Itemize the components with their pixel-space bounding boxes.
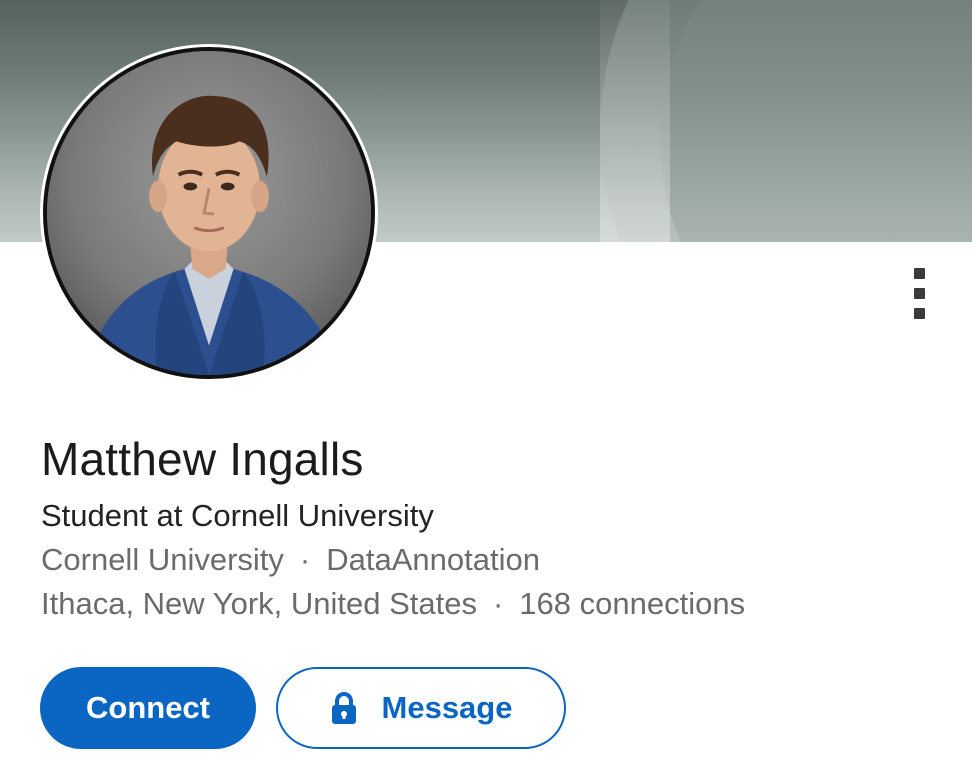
profile-avatar[interactable] — [40, 44, 378, 382]
message-button[interactable]: Message — [276, 667, 566, 749]
profile-affiliations: Cornell University · DataAnnotation — [41, 542, 540, 578]
profile-location: Ithaca, New York, United States — [41, 586, 477, 621]
lock-icon — [330, 691, 358, 725]
profile-photo — [43, 47, 375, 379]
message-button-label: Message — [381, 690, 513, 725]
separator: · — [492, 586, 504, 621]
education-link[interactable]: Cornell University — [41, 542, 284, 577]
cover-stripe — [600, 0, 670, 242]
more-vertical-icon — [914, 268, 925, 279]
separator: · — [299, 542, 311, 577]
profile-photo-image — [47, 51, 371, 375]
more-vertical-icon-dot — [914, 288, 925, 299]
connections-count[interactable]: 168 connections — [519, 586, 745, 621]
current-company-link[interactable]: DataAnnotation — [326, 542, 540, 577]
profile-name: Matthew Ingalls — [41, 433, 364, 485]
connect-button-label: Connect — [86, 690, 210, 725]
profile-location-line: Ithaca, New York, United States · 168 conn… — [41, 586, 745, 622]
more-vertical-icon-dot — [914, 308, 925, 319]
connect-button[interactable]: Connect — [40, 667, 256, 749]
profile-headline: Student at Cornell University — [41, 498, 434, 533]
more-options-button[interactable] — [896, 262, 944, 326]
